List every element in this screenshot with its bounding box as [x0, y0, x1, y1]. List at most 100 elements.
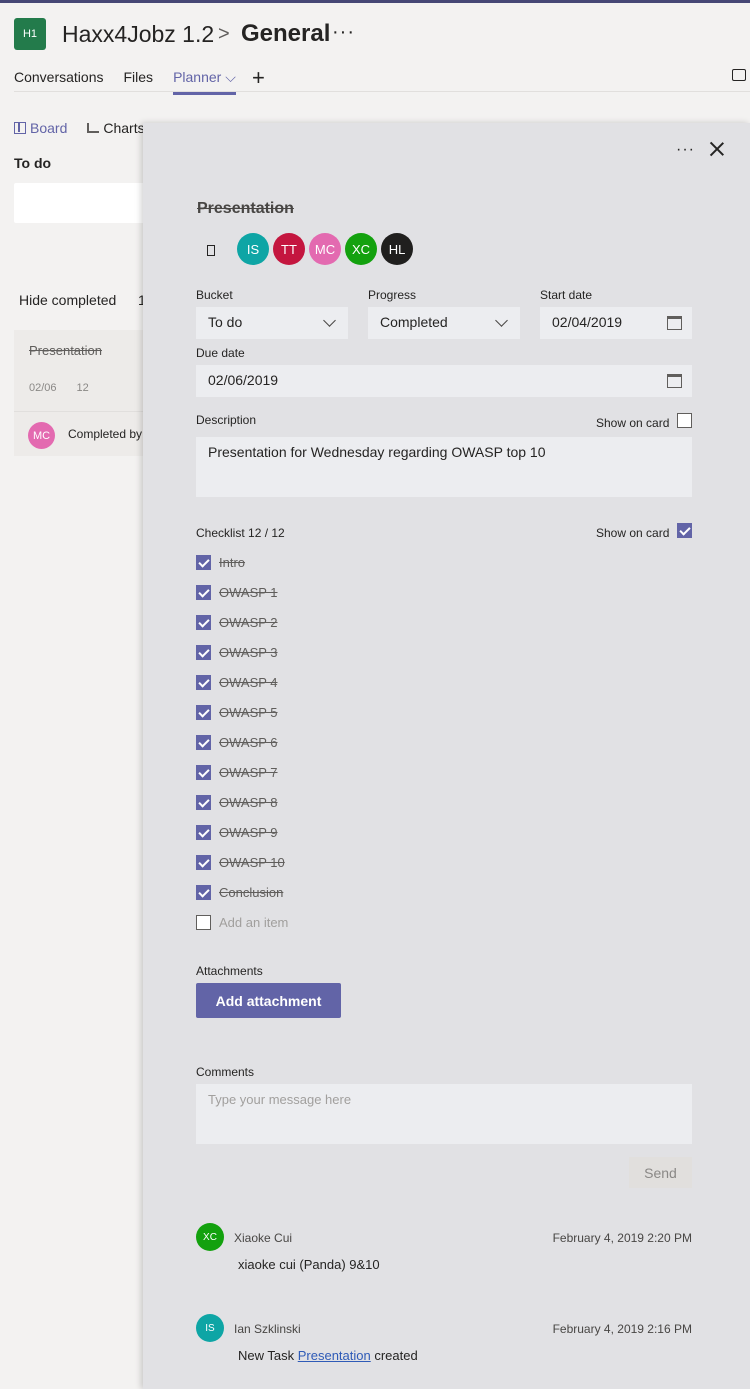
add-attachment-button[interactable]: Add attachment	[196, 983, 341, 1018]
comment-timestamp: February 4, 2019 2:20 PM	[552, 1231, 692, 1245]
progress-label: Progress	[368, 288, 417, 302]
checklist-checkbox[interactable]	[196, 765, 211, 780]
task-link[interactable]: Presentation	[298, 1348, 371, 1363]
checklist-item-text[interactable]: OWASP 4	[219, 675, 278, 690]
checklist-checkbox[interactable]	[196, 675, 211, 690]
description-show-on-card-label: Show on card	[596, 416, 670, 430]
task-card[interactable]: Presentation 02/06 12 MC Completed by	[14, 330, 154, 456]
bucket-label: Bucket	[196, 288, 233, 302]
checklist-show-on-card-label: Show on card	[596, 526, 670, 540]
checklist-show-on-card-checkbox[interactable]	[677, 523, 692, 538]
chevron-down-icon	[495, 314, 508, 327]
checklist-item-text[interactable]: OWASP 5	[219, 705, 278, 720]
description-show-on-card-checkbox[interactable]	[677, 413, 692, 428]
checklist-item-text[interactable]: OWASP 6	[219, 735, 278, 750]
charts-icon	[87, 123, 100, 133]
charts-view-tab[interactable]: Charts	[87, 120, 145, 136]
task-details-panel: ··· Presentation IS TT MC XC HL Bucket T…	[143, 123, 750, 1389]
board-grid-icon	[14, 122, 26, 134]
bucket-select[interactable]: To do	[196, 307, 348, 339]
task-card-due: 02/06	[29, 382, 57, 394]
calendar-icon[interactable]	[667, 316, 682, 330]
task-title[interactable]: Presentation	[197, 200, 294, 218]
channel-name: General	[241, 20, 331, 47]
task-card-title: Presentation	[29, 343, 102, 358]
checklist-item-text[interactable]: OWASP 8	[219, 795, 278, 810]
checklist-label: Checklist 12 / 12	[196, 526, 285, 540]
task-card-checklist: 12	[76, 382, 89, 394]
checklist-checkbox[interactable]	[196, 585, 211, 600]
comment-author: Ian Szklinski	[234, 1322, 301, 1336]
comment-input[interactable]: Type your message here	[196, 1084, 692, 1144]
comment-timestamp: February 4, 2019 2:16 PM	[552, 1322, 692, 1336]
add-item-input[interactable]: Add an item	[219, 915, 288, 930]
checklist-checkbox[interactable]	[196, 915, 211, 930]
channel-more-icon[interactable]: ···	[332, 21, 355, 44]
checklist-checkbox[interactable]	[196, 885, 211, 900]
attachments-label: Attachments	[196, 964, 263, 978]
avatar: IS	[196, 1314, 224, 1342]
start-date-label: Start date	[540, 288, 593, 302]
avatar[interactable]: MC	[309, 233, 341, 265]
add-tab-icon[interactable]: +	[252, 65, 265, 91]
panel-more-icon[interactable]: ···	[676, 141, 695, 159]
send-button[interactable]: Send	[629, 1157, 692, 1188]
checklist-checkbox[interactable]	[196, 645, 211, 660]
comment-text-before: New Task	[238, 1348, 298, 1363]
checklist-item-text[interactable]: OWASP 9	[219, 825, 278, 840]
comment-text: xiaoke cui (Panda) 9&10	[238, 1257, 380, 1272]
chevron-down-icon	[323, 314, 336, 327]
task-card-meta: 02/06 12	[29, 382, 89, 394]
charts-view-label: Charts	[103, 120, 145, 136]
bucket-value: To do	[208, 314, 243, 330]
checklist-item-text[interactable]: Intro	[219, 555, 245, 570]
progress-value: Completed	[380, 314, 448, 330]
avatar[interactable]: XC	[345, 233, 377, 265]
checklist-item-text[interactable]: OWASP 1	[219, 585, 278, 600]
chat-icon[interactable]	[732, 69, 746, 81]
board-view-label: Board	[30, 120, 68, 136]
close-icon[interactable]	[707, 139, 727, 159]
due-date-value: 02/06/2019	[208, 372, 279, 388]
bucket-title: To do	[14, 155, 52, 171]
checklist-checkbox[interactable]	[196, 705, 211, 720]
due-date-field[interactable]: 02/06/2019	[196, 365, 692, 397]
checklist-checkbox[interactable]	[196, 795, 211, 810]
description-label: Description	[196, 413, 257, 427]
avatar[interactable]: TT	[273, 233, 305, 265]
assign-icon[interactable]	[207, 245, 215, 256]
channel-header: H1 Haxx4Jobz 1.2 > General ··· Conversat…	[0, 3, 750, 95]
due-date-label: Due date	[196, 346, 245, 360]
checklist-item-text[interactable]: Conclusion	[219, 885, 283, 900]
board-view-tab[interactable]: Board	[14, 120, 67, 136]
checklist-item-text[interactable]: OWASP 2	[219, 615, 278, 630]
comment-text-after: created	[370, 1348, 418, 1363]
task-card-completed-by: Completed by	[68, 427, 143, 441]
calendar-icon[interactable]	[667, 374, 682, 388]
assignee-list: IS TT MC XC HL	[237, 233, 413, 265]
description-field[interactable]: Presentation for Wednesday regarding OWA…	[196, 437, 692, 497]
checklist-item-text[interactable]: OWASP 10	[219, 855, 285, 870]
avatar[interactable]: IS	[237, 233, 269, 265]
checklist-checkbox[interactable]	[196, 855, 211, 870]
board-view-bar: Board Charts	[14, 120, 145, 136]
checklist-checkbox[interactable]	[196, 615, 211, 630]
start-date-field[interactable]: 02/04/2019	[540, 307, 692, 339]
avatar: MC	[28, 422, 55, 449]
avatar: XC	[196, 1223, 224, 1251]
start-date-value: 02/04/2019	[552, 314, 623, 330]
avatar[interactable]: HL	[381, 233, 413, 265]
checklist-checkbox[interactable]	[196, 555, 211, 570]
checklist-item-text[interactable]: OWASP 3	[219, 645, 278, 660]
comments-label: Comments	[196, 1065, 255, 1079]
breadcrumb-separator: >	[218, 23, 230, 45]
team-avatar[interactable]: H1	[14, 18, 46, 50]
checklist-checkbox[interactable]	[196, 825, 211, 840]
header-divider	[14, 91, 750, 92]
hide-completed-toggle[interactable]: Hide completed	[19, 292, 116, 308]
progress-select[interactable]: Completed	[368, 307, 520, 339]
checklist-checkbox[interactable]	[196, 735, 211, 750]
checklist-item-text[interactable]: OWASP 7	[219, 765, 278, 780]
add-task-bar[interactable]	[14, 183, 154, 223]
team-name[interactable]: Haxx4Jobz 1.2	[62, 21, 214, 48]
